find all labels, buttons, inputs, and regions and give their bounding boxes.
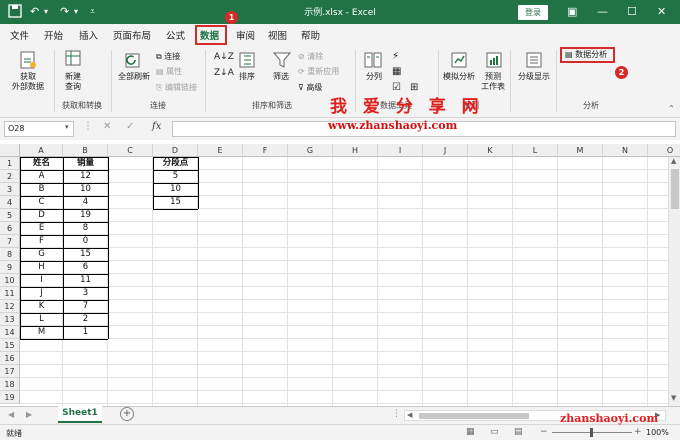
confirm-entry-icon[interactable]: ✓ [126,121,134,132]
sort-ascending-icon[interactable]: A↓Z [214,52,234,62]
horizontal-scroll-thumb[interactable] [419,413,529,419]
formula-bar-more-icon[interactable]: ⋮ [83,121,93,132]
name-box[interactable]: O28 [4,121,74,137]
new-query-icon [65,50,81,66]
outline-button[interactable]: 分级显示 [514,72,554,82]
forecast-sheet-button[interactable]: 预测 工作表 [478,72,508,92]
status-ready: 就绪 [6,429,22,438]
normal-view-icon[interactable]: ▦ [466,427,475,437]
minimize-icon[interactable]: — [597,4,608,20]
data-analysis-icon: ▤ [565,50,573,59]
tab-insert[interactable]: 插入 [79,28,98,42]
watermark-title: 我 爱 分 享 网 [330,97,484,117]
group-sort-filter: 排序和筛选 [252,101,292,110]
watermark-url: www.zhanshaoyi.com [328,119,458,132]
sheet-tab-sheet1[interactable]: Sheet1 [58,406,102,423]
ribbon-tabs: 文件 开始 插入 页面布局 公式 数据 审阅 视图 帮助 ⇧ 共享 [0,24,680,65]
properties-button[interactable]: ▤ 属性 [156,67,182,77]
table-borders [20,157,199,340]
get-external-data-button[interactable]: 获取 外部数据 [4,72,52,92]
filter-button[interactable]: 筛选 [266,72,296,82]
edit-links-icon: ⎘ [156,83,163,92]
scroll-left-icon[interactable]: ◀ [407,411,412,419]
ribbon-options-icon[interactable]: ▣ [567,4,577,20]
reapply-button[interactable]: ⟳ 重新应用 [298,67,339,77]
ribbon-separator [510,50,511,112]
login-button[interactable]: 登录 [518,5,548,20]
tab-file[interactable]: 文件 [10,28,29,42]
step-1-badge: 1 [225,11,238,24]
connections-icon: ⧉ [156,52,162,61]
zoom-slider-thumb[interactable] [590,428,593,437]
data-analysis-button[interactable]: ▤ 数据分析 [565,50,607,60]
tab-help[interactable]: 帮助 [301,28,320,42]
flash-fill-icon[interactable]: ⚡ [392,52,399,62]
refresh-all-button[interactable]: 全部刷新 [112,72,156,82]
group-connections: 连接 [150,101,166,110]
get-external-data-icon [20,51,36,69]
next-sheet-icon[interactable]: ▶ [26,410,32,419]
tab-formulas[interactable]: 公式 [166,28,185,42]
title-bar: ↶ ▾ ↷ ▾ ⩡ 示例.xlsx - Excel 登录 ▣ — ☐ ✕ [0,0,680,24]
new-query-button[interactable]: 新建 查询 [58,72,88,92]
clear-filter-button[interactable]: ⊘ 清除 [298,52,323,62]
name-box-dropdown-icon[interactable]: ▾ [65,123,69,131]
advanced-filter-icon: ⊽ [298,83,304,92]
tab-home[interactable]: 开始 [44,28,63,42]
advanced-filter-button[interactable]: ⊽ 高级 [298,83,322,93]
cancel-entry-icon[interactable]: ✕ [103,121,111,132]
data-tab-highlight-annotation [195,25,227,45]
reapply-icon: ⟳ [298,67,305,76]
step-2-badge: 2 [615,66,628,79]
sort-icon [239,52,255,68]
prev-sheet-icon[interactable]: ◀ [8,410,14,419]
outline-icon [526,52,542,68]
vertical-scrollbar[interactable]: ▲ ▼ [668,157,680,406]
clear-filter-icon: ⊘ [298,52,305,61]
watermark-corner: zhanshaoyi.com [560,412,659,425]
insert-function-button[interactable]: fx [152,121,161,132]
tab-review[interactable]: 审阅 [236,28,255,42]
properties-icon: ▤ [156,67,164,76]
filter-icon [272,52,292,68]
tab-view[interactable]: 视图 [268,28,287,42]
zoom-in-icon[interactable]: + [634,427,642,437]
scroll-up-icon[interactable]: ▲ [671,157,676,165]
maximize-icon[interactable]: ☐ [627,4,637,20]
group-analysis: 分析 [583,101,599,110]
ribbon-separator [205,50,206,112]
sort-descending-icon[interactable]: Z↓A [214,68,234,78]
edit-links-button[interactable]: ⎘ 编辑链接 [156,83,197,93]
refresh-all-icon [125,53,140,68]
ribbon-separator [54,50,55,112]
collapse-ribbon-icon[interactable]: ⌃ [668,104,675,113]
vertical-scroll-thumb[interactable] [671,169,679,209]
add-sheet-button[interactable]: + [120,407,134,421]
tab-split-handle[interactable]: ⋮ [392,409,401,419]
status-bar: 就绪 ▦ ▭ ▤ − + 100% [0,424,680,440]
connections-button[interactable]: ⧉ 连接 [156,52,180,62]
group-get-transform: 获取和转换 [62,101,102,110]
ribbon-separator [556,50,557,112]
window-title: 示例.xlsx - Excel [304,8,376,18]
text-to-columns-icon [364,52,382,68]
what-if-analysis-button[interactable]: 模拟分析 [440,72,478,82]
sort-button[interactable]: 排序 [232,72,262,82]
forecast-sheet-icon [486,52,502,68]
remove-duplicates-icon[interactable]: ▦ [392,67,401,77]
what-if-analysis-icon [451,52,467,68]
zoom-out-icon[interactable]: − [540,427,548,437]
close-icon[interactable]: ✕ [657,4,666,20]
scroll-down-icon[interactable]: ▼ [671,394,676,402]
page-break-view-icon[interactable]: ▤ [514,427,523,437]
zoom-level[interactable]: 100% [646,428,669,437]
text-to-columns-button[interactable]: 分列 [360,72,388,82]
tab-page-layout[interactable]: 页面布局 [113,28,151,42]
page-layout-view-icon[interactable]: ▭ [490,427,499,437]
